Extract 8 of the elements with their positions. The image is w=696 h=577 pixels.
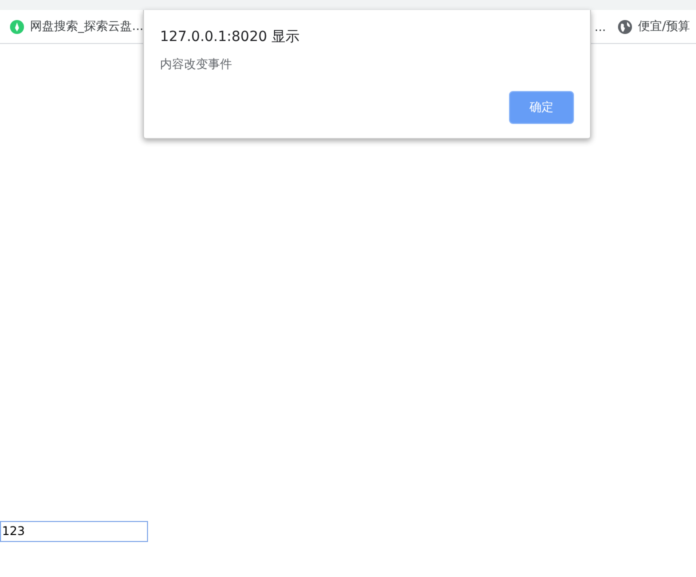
bookmark[interactable]: ... [588,20,612,34]
bookmark[interactable]: 网盘搜索_探索云盘... [4,18,150,35]
bookmark[interactable]: 便宜/预算 [612,18,696,35]
dialog-message: 内容改变事件 [160,56,233,73]
globe-icon [618,20,632,34]
compass-icon [10,20,24,34]
input-field[interactable]: 123 [0,520,148,542]
dialog-title: 127.0.0.1:8020 显示 [160,28,301,46]
